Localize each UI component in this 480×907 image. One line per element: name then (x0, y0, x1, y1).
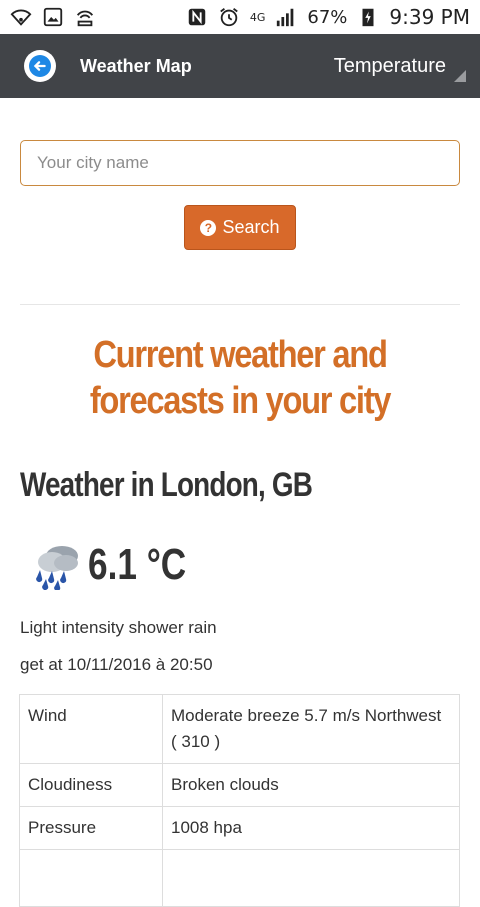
table-row: Cloudiness Broken clouds (19, 763, 460, 807)
search-button-label: Search (222, 217, 280, 237)
network-type: 4G (249, 10, 266, 24)
table-row: Pressure 1008 hpa (19, 806, 460, 850)
city-weather-title: Weather in London, GB (20, 466, 313, 504)
nfc-icon (188, 8, 206, 26)
table-cell-key: Pressure (19, 806, 163, 850)
app-bar: Weather Map Temperature (0, 34, 480, 98)
battery-charging-icon (362, 8, 374, 27)
app-title: Weather Map (80, 55, 192, 76)
dropdown-triangle-icon (454, 70, 466, 82)
battery-percent: 67% (307, 6, 348, 28)
alarm-icon (220, 8, 238, 27)
table-cell-value: Broken clouds (162, 763, 460, 807)
table-cell-key: Wind (19, 694, 163, 764)
back-arrow-icon (29, 55, 51, 77)
table-cell-value: Moderate breeze 5.7 m/s Northwest ( 310 … (162, 694, 460, 764)
divider (20, 304, 460, 305)
wifi-icon (10, 9, 32, 26)
headline: Current weather and forecasts in your ci… (89, 334, 392, 422)
weather-details-table: Wind Moderate breeze 5.7 m/s Northwest (… (19, 694, 460, 907)
temperature-value: 6.1 °C (88, 540, 187, 589)
status-left-icons (10, 6, 96, 28)
city-search-input[interactable] (20, 140, 460, 186)
table-cell-value (162, 849, 460, 907)
table-row: Wind Moderate breeze 5.7 m/s Northwest (… (19, 694, 460, 764)
temperature-row: 6.1 °C (26, 540, 211, 590)
back-button[interactable] (24, 50, 56, 82)
gallery-icon (43, 7, 63, 27)
status-bar: 4G 67% 9:39 PM (0, 0, 480, 34)
shower-rain-icon (36, 546, 78, 590)
hotspot-icon (76, 10, 94, 27)
status-right-icons: 4G 67% 9:39 PM (186, 5, 470, 29)
table-cell-value: 1008 hpa (162, 806, 460, 850)
table-cell-key (19, 849, 163, 907)
question-circle-icon: ? (200, 219, 217, 236)
table-cell-key: Cloudiness (19, 763, 163, 807)
clock: 9:39 PM (389, 5, 470, 29)
retrieved-time: get at 10/11/2016 à 20:50 (20, 655, 213, 674)
search-button[interactable]: ? Search (184, 205, 296, 250)
spinner-selected-value: Temperature (333, 54, 446, 77)
table-row (19, 849, 460, 907)
signal-icon (277, 8, 294, 27)
weather-description: Light intensity shower rain (20, 618, 217, 637)
measure-spinner[interactable]: Temperature (330, 44, 470, 88)
